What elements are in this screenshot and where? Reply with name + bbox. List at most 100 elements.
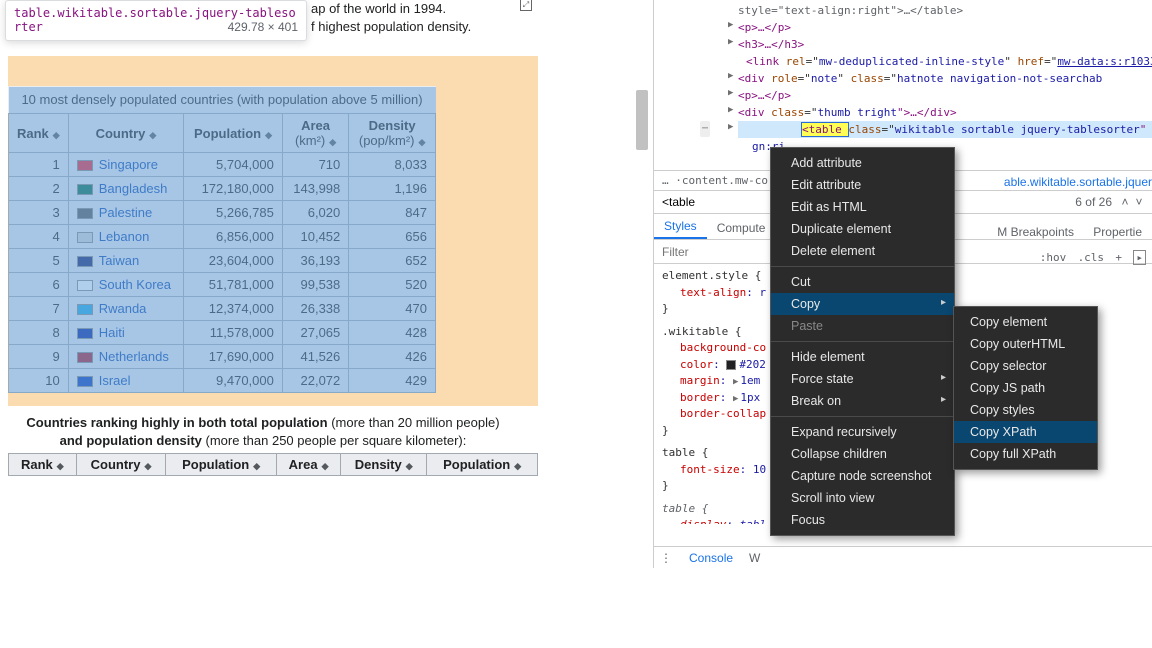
menu-item-break-on[interactable]: Break on [771, 390, 954, 412]
col-country[interactable]: Country◆ [76, 454, 166, 476]
color-swatch-icon[interactable] [726, 360, 736, 370]
menu-item-edit-attribute[interactable]: Edit attribute [771, 174, 954, 196]
cell-country[interactable]: Bangladesh [68, 177, 183, 201]
col-density[interactable]: Density(pop/km²)◆ [349, 114, 436, 153]
menu-item-copy-outerhtml[interactable]: Copy outerHTML [954, 333, 1097, 355]
menu-item-capture-node-screenshot[interactable]: Capture node screenshot [771, 465, 954, 487]
drawer-tab-console[interactable]: Console [681, 551, 741, 565]
cell-country[interactable]: Lebanon [68, 225, 183, 249]
cell-density: 520 [349, 273, 436, 297]
flag-icon [77, 304, 93, 315]
menu-item-copy-js-path[interactable]: Copy JS path [954, 377, 1097, 399]
new-rule-button[interactable]: + [1115, 251, 1122, 264]
cell-rank: 7 [9, 297, 69, 321]
hov-toggle[interactable]: :hov [1040, 251, 1067, 264]
cell-country[interactable]: South Korea [68, 273, 183, 297]
enlarge-icon[interactable]: ⤢ [520, 0, 532, 11]
menu-item-hide-element[interactable]: Hide element [771, 346, 954, 368]
cell-country[interactable]: Israel [68, 369, 183, 393]
col-area[interactable]: Area(km²)◆ [282, 114, 348, 153]
drawer-tab[interactable]: W [741, 551, 768, 565]
col-area[interactable]: Area◆ [276, 454, 340, 476]
menu-item-copy-styles[interactable]: Copy styles [954, 399, 1097, 421]
table-header-row: Rank◆ Country◆ Population◆ Area(km²)◆ De… [9, 114, 436, 153]
dom-node[interactable]: ▶<h3>…</h3> [738, 36, 1152, 53]
flag-icon [77, 256, 93, 267]
cls-toggle[interactable]: .cls [1078, 251, 1105, 264]
find-prev-button[interactable]: ˄ [1118, 195, 1132, 209]
tabs-fragment: M Breakpoints Propertie [987, 225, 1152, 239]
cell-country[interactable]: Singapore [68, 153, 183, 177]
cell-area: 10,452 [282, 225, 348, 249]
tab-styles[interactable]: Styles [654, 215, 707, 239]
cell-rank: 10 [9, 369, 69, 393]
tooltip-dimensions: 429.78 × 401 [228, 20, 298, 34]
cell-country[interactable]: Palestine [68, 201, 183, 225]
menu-item-scroll-into-view[interactable]: Scroll into view [771, 487, 954, 509]
wikitable-densely-populated[interactable]: 10 most densely populated countries (wit… [8, 86, 436, 393]
menu-item-copy-full-xpath[interactable]: Copy full XPath [954, 443, 1097, 465]
menu-item-expand-recursively[interactable]: Expand recursively [771, 421, 954, 443]
table-row: 3Palestine5,266,7856,020847 [9, 201, 436, 225]
cell-country[interactable]: Netherlands [68, 345, 183, 369]
cell-country[interactable]: Haiti [68, 321, 183, 345]
cell-area: 99,538 [282, 273, 348, 297]
cell-density: 1,196 [349, 177, 436, 201]
flag-icon [77, 352, 93, 363]
cell-population: 23,604,000 [184, 249, 283, 273]
cell-country[interactable]: Taiwan [68, 249, 183, 273]
dom-node[interactable]: ▶<p>…</p> [738, 87, 1152, 104]
menu-item-copy-xpath[interactable]: Copy XPath [954, 421, 1097, 443]
menu-item-add-attribute[interactable]: Add attribute [771, 152, 954, 174]
menu-item-duplicate-element[interactable]: Duplicate element [771, 218, 954, 240]
menu-item-edit-as-html[interactable]: Edit as HTML [771, 196, 954, 218]
menu-item-delete-element[interactable]: Delete element [771, 240, 954, 262]
cell-density: 426 [349, 345, 436, 369]
dom-node[interactable]: <link rel="mw-deduplicated-inline-style"… [746, 53, 1152, 70]
scrollbar-thumb[interactable] [636, 90, 648, 150]
col-density[interactable]: Density◆ [341, 454, 427, 476]
cell-area: 36,193 [282, 249, 348, 273]
col-country[interactable]: Country◆ [68, 114, 183, 153]
cell-area: 710 [282, 153, 348, 177]
dom-node[interactable]: ▶ <div role="note" class="hatnote naviga… [738, 70, 1152, 87]
dom-node[interactable]: ▶ <div class="thumb tright">…</div> [738, 104, 1152, 121]
col-population[interactable]: Population◆ [166, 454, 277, 476]
context-menu[interactable]: Add attributeEdit attributeEdit as HTMLD… [770, 147, 955, 536]
drawer-menu-icon[interactable]: ⋮ [660, 551, 673, 565]
menu-item-copy[interactable]: Copy [771, 293, 954, 315]
flag-icon [77, 184, 93, 195]
find-next-button[interactable]: ˅ [1132, 195, 1146, 209]
table-row: 4Lebanon6,856,00010,452656 [9, 225, 436, 249]
flag-icon [77, 208, 93, 219]
flag-icon [77, 160, 93, 171]
menu-item-copy-element[interactable]: Copy element [954, 311, 1097, 333]
menu-item-force-state[interactable]: Force state [771, 368, 954, 390]
dom-node-selected[interactable]: ⋯ ▶ <table class="wikitable sortable jqu… [738, 121, 1152, 138]
col-population[interactable]: Population◆ [184, 114, 283, 153]
dom-ellipsis-icon[interactable]: ⋯ [700, 121, 710, 137]
menu-item-cut[interactable]: Cut [771, 271, 954, 293]
menu-item-focus[interactable]: Focus [771, 509, 954, 531]
paragraph-ranking-note: Countries ranking highly in both total p… [8, 406, 538, 453]
breadcrumb-fragment: able.wikitable.sortable.jquer [1004, 175, 1152, 189]
menu-item-collapse-children[interactable]: Collapse children [771, 443, 954, 465]
dom-tree[interactable]: style="text-align:right">…</table> ▶<p>…… [654, 0, 1152, 170]
col-rank[interactable]: Rank◆ [9, 454, 77, 476]
cell-area: 22,072 [282, 369, 348, 393]
cell-population: 12,374,000 [184, 297, 283, 321]
more-icon[interactable]: ▸ [1133, 250, 1146, 265]
context-submenu-copy[interactable]: Copy elementCopy outerHTMLCopy selectorC… [953, 306, 1098, 470]
table-row: 10Israel9,470,00022,072429 [9, 369, 436, 393]
cell-population: 51,781,000 [184, 273, 283, 297]
cell-area: 41,526 [282, 345, 348, 369]
dom-node[interactable]: style="text-align:right">…</table> [738, 2, 1152, 19]
cell-rank: 4 [9, 225, 69, 249]
wikitable-both-ranking[interactable]: Rank◆ Country◆ Population◆ Area◆ Density… [8, 453, 538, 476]
menu-item-copy-selector[interactable]: Copy selector [954, 355, 1097, 377]
cell-country[interactable]: Rwanda [68, 297, 183, 321]
tab-computed[interactable]: Compute [707, 217, 776, 239]
dom-node[interactable]: ▶<p>…</p> [738, 19, 1152, 36]
col-rank[interactable]: Rank◆ [9, 114, 69, 153]
col-population-2[interactable]: Population◆ [427, 454, 538, 476]
